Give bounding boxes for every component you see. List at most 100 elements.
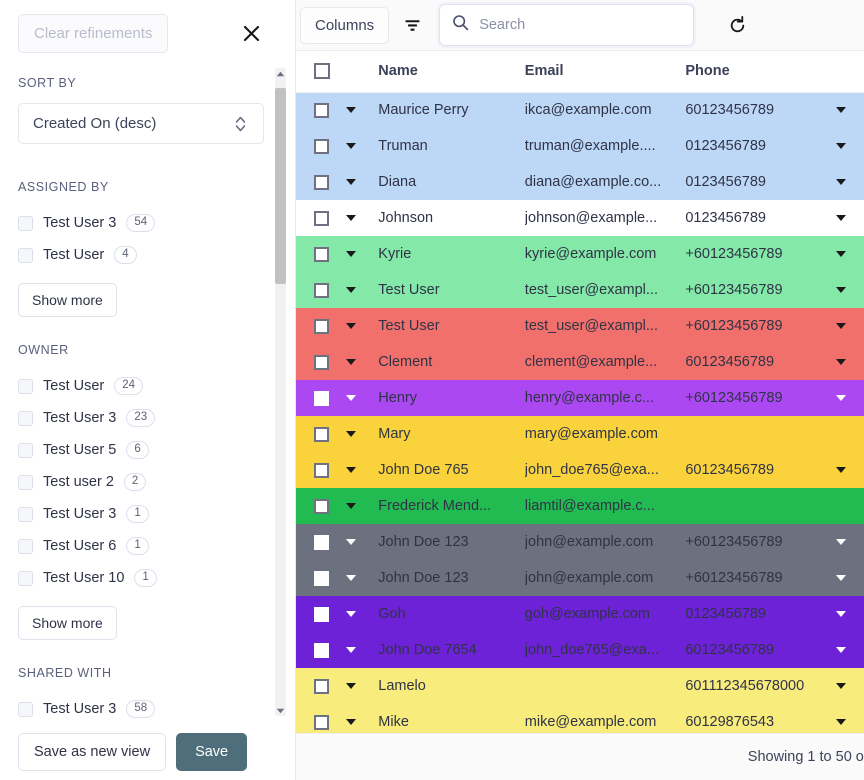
row-menu-cell[interactable] (835, 380, 864, 416)
facet-checkbox[interactable] (18, 570, 33, 586)
row-menu-cell[interactable] (835, 596, 864, 632)
row-checkbox[interactable] (314, 642, 329, 658)
table-row[interactable]: Diana diana@example.co... 0123456789 (296, 164, 864, 200)
row-menu-cell[interactable] (835, 236, 864, 272)
row-expand-cell[interactable] (346, 560, 378, 596)
show-more-owner-button[interactable]: Show more (18, 606, 117, 640)
row-expand-cell[interactable] (346, 92, 378, 128)
table-row[interactable]: Frederick Mend... liamtil@example.c... (296, 488, 864, 524)
row-expand-cell[interactable] (346, 524, 378, 560)
chevron-down-icon[interactable] (346, 359, 357, 365)
chevron-down-icon[interactable] (835, 611, 846, 617)
facet-checkbox[interactable] (18, 410, 33, 426)
row-checkbox[interactable] (314, 426, 329, 442)
column-header-phone[interactable]: Phone (685, 51, 836, 93)
row-menu-cell[interactable] (835, 272, 864, 308)
table-row[interactable]: John Doe 123 john@example.com +60123456789 (296, 560, 864, 596)
facet-checkbox[interactable] (18, 247, 33, 263)
row-checkbox[interactable] (314, 354, 329, 370)
scroll-up-arrow-icon[interactable] (275, 68, 286, 79)
facet-option[interactable]: Test User 3 54 (18, 207, 261, 239)
chevron-down-icon[interactable] (346, 215, 357, 221)
columns-button[interactable]: Columns (300, 6, 390, 44)
row-expand-cell[interactable] (346, 416, 378, 452)
chevron-down-icon[interactable] (835, 287, 846, 293)
table-row[interactable]: Mary mary@example.com (296, 416, 864, 452)
select-all-checkbox[interactable] (314, 63, 330, 80)
row-menu-cell[interactable] (835, 200, 864, 236)
row-checkbox[interactable] (314, 210, 329, 226)
scroll-down-arrow-icon[interactable] (275, 705, 286, 716)
row-expand-cell[interactable] (346, 380, 378, 416)
row-checkbox[interactable] (314, 570, 329, 586)
row-expand-cell[interactable] (346, 236, 378, 272)
row-menu-cell[interactable] (835, 632, 864, 668)
chevron-down-icon[interactable] (346, 719, 357, 725)
row-expand-cell[interactable] (346, 308, 378, 344)
row-menu-cell[interactable] (835, 308, 864, 344)
chevron-down-icon[interactable] (835, 143, 846, 149)
chevron-down-icon[interactable] (835, 647, 846, 653)
facet-checkbox[interactable] (18, 474, 33, 490)
row-menu-cell[interactable] (835, 164, 864, 200)
row-menu-cell[interactable] (835, 128, 864, 164)
chevron-down-icon[interactable] (346, 143, 357, 149)
row-checkbox[interactable] (314, 102, 329, 118)
row-expand-cell[interactable] (346, 272, 378, 308)
facet-checkbox[interactable] (18, 701, 33, 717)
chevron-down-icon[interactable] (835, 107, 846, 114)
row-menu-cell[interactable] (835, 668, 864, 704)
table-row[interactable]: John Doe 765 john_doe765@exa... 6012345678… (296, 452, 864, 488)
save-button[interactable]: Save (176, 732, 248, 771)
table-row[interactable]: John Doe 7654 john_doe765@exa... 601234567… (296, 632, 864, 668)
chevron-down-icon[interactable] (346, 107, 357, 114)
sort-by-select[interactable]: Created On (desc) (18, 103, 264, 144)
table-row[interactable]: Maurice Perry ikca@example.com 60123456789 (296, 92, 864, 128)
chevron-down-icon[interactable] (346, 431, 357, 437)
facet-option[interactable]: Test User 3 58 (18, 693, 261, 722)
refresh-icon[interactable] (720, 8, 754, 42)
chevron-down-icon[interactable] (835, 683, 846, 689)
chevron-down-icon[interactable] (835, 395, 846, 401)
row-checkbox[interactable] (314, 390, 329, 406)
row-expand-cell[interactable] (346, 164, 378, 200)
table-row[interactable]: Henry henry@example.c... +60123456789 (296, 380, 864, 416)
row-checkbox[interactable] (314, 678, 329, 694)
chevron-down-icon[interactable] (835, 359, 846, 365)
chevron-down-icon[interactable] (835, 719, 846, 725)
column-header-email[interactable]: Email (524, 51, 686, 93)
row-expand-cell[interactable] (346, 668, 378, 704)
facet-checkbox[interactable] (18, 506, 33, 522)
chevron-down-icon[interactable] (835, 575, 846, 581)
table-row[interactable]: Lamelo 601112345678000 (296, 668, 864, 704)
facet-checkbox[interactable] (18, 442, 33, 458)
search-box[interactable] (439, 4, 695, 46)
sidebar-scrollbar[interactable] (275, 68, 286, 716)
chevron-down-icon[interactable] (346, 575, 357, 581)
row-expand-cell[interactable] (346, 632, 378, 668)
facet-option[interactable]: Test User 5 6 (18, 434, 261, 466)
filter-icon[interactable] (395, 8, 429, 42)
row-expand-cell[interactable] (346, 128, 378, 164)
facet-option[interactable]: Test User 24 (18, 370, 261, 402)
chevron-down-icon[interactable] (346, 287, 357, 293)
show-more-assigned-by-button[interactable]: Show more (18, 283, 117, 317)
facet-option[interactable]: Test User 4 (18, 239, 261, 271)
row-checkbox[interactable] (314, 318, 329, 334)
chevron-down-icon[interactable] (346, 647, 357, 653)
row-expand-cell[interactable] (346, 200, 378, 236)
chevron-down-icon[interactable] (835, 215, 846, 221)
chevron-down-icon[interactable] (346, 323, 357, 329)
row-menu-cell[interactable] (835, 92, 864, 128)
table-row[interactable]: Mike mike@example.com 60129876543 (296, 704, 864, 733)
row-checkbox[interactable] (314, 246, 329, 262)
row-menu-cell[interactable] (835, 560, 864, 596)
row-expand-cell[interactable] (346, 488, 378, 524)
column-header-name[interactable]: Name (378, 51, 525, 93)
facet-checkbox[interactable] (18, 215, 33, 231)
clear-refinements-button[interactable]: Clear refinements (18, 13, 169, 54)
chevron-down-icon[interactable] (835, 539, 846, 545)
chevron-down-icon[interactable] (346, 683, 357, 689)
facet-checkbox[interactable] (18, 538, 33, 554)
row-checkbox[interactable] (314, 534, 329, 550)
